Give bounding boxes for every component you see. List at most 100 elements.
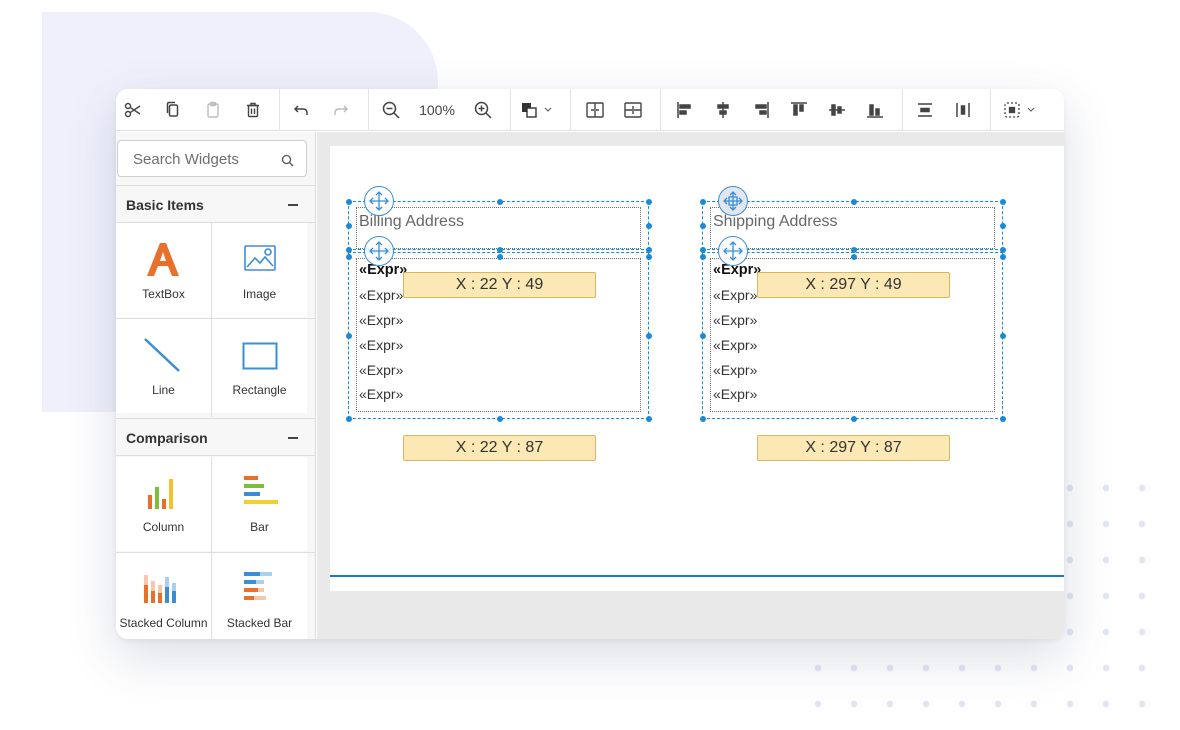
- widget-image[interactable]: Image: [212, 223, 307, 317]
- distribute-vertical-icon[interactable]: [950, 97, 976, 123]
- divider: [211, 223, 212, 417]
- widget-label: Stacked Column: [119, 616, 208, 630]
- align-middle-icon[interactable]: [824, 97, 850, 123]
- ungroup-icon[interactable]: [620, 97, 646, 123]
- align-bottom-icon[interactable]: [862, 97, 888, 123]
- resize-handle[interactable]: [497, 416, 503, 422]
- shipping-field: «Expr»: [713, 362, 758, 378]
- widget-rectangle[interactable]: Rectangle: [212, 319, 307, 413]
- move-icon[interactable]: [718, 236, 748, 266]
- search-widgets-input[interactable]: Search Widgets: [117, 140, 307, 177]
- resize-handle[interactable]: [646, 333, 652, 339]
- resize-handle[interactable]: [1000, 333, 1006, 339]
- resize-handle[interactable]: [700, 416, 706, 422]
- design-canvas[interactable]: Billing Address «Expr» «Expr» «Expr» «Ex…: [317, 132, 1064, 639]
- report-designer-window: 100% Search Widgets Basic Items TextBox …: [116, 89, 1064, 639]
- resize-handle[interactable]: [497, 199, 503, 205]
- cut-icon[interactable]: [120, 97, 146, 123]
- move-icon-active[interactable]: [718, 186, 748, 216]
- align-left-icon[interactable]: [672, 97, 698, 123]
- zoom-level[interactable]: 100%: [414, 97, 460, 123]
- line-icon: [144, 338, 180, 372]
- textbox-icon: [147, 243, 179, 276]
- widget-label: TextBox: [142, 287, 185, 301]
- stacked-column-icon: [144, 575, 176, 603]
- resize-handle[interactable]: [1000, 223, 1006, 229]
- align-center-icon[interactable]: [710, 97, 736, 123]
- section-basic-items[interactable]: Basic Items: [116, 185, 315, 223]
- size-icon[interactable]: [1000, 97, 1044, 123]
- resize-handle[interactable]: [346, 333, 352, 339]
- resize-handle[interactable]: [700, 199, 706, 205]
- position-tooltip: X : 22 Y : 49: [403, 272, 596, 298]
- order-icon[interactable]: [518, 97, 560, 123]
- resize-handle[interactable]: [851, 199, 857, 205]
- undo-icon[interactable]: [288, 97, 314, 123]
- shipping-field: «Expr»: [713, 287, 758, 303]
- resize-handle[interactable]: [646, 247, 652, 253]
- resize-handle[interactable]: [700, 254, 706, 260]
- widget-label: Rectangle: [232, 383, 287, 397]
- distribute-horizontal-icon[interactable]: [912, 97, 938, 123]
- delete-icon[interactable]: [240, 97, 266, 123]
- image-icon: [244, 245, 276, 271]
- billing-field: «Expr»: [359, 337, 404, 353]
- rectangle-icon: [242, 342, 278, 370]
- toolbar: 100%: [116, 89, 1064, 131]
- resize-handle[interactable]: [646, 223, 652, 229]
- widget-label: Bar: [250, 520, 269, 534]
- resize-handle[interactable]: [851, 254, 857, 260]
- collapse-icon[interactable]: [288, 204, 298, 206]
- resize-handle[interactable]: [1000, 416, 1006, 422]
- column-chart-icon: [148, 479, 173, 509]
- zoom-label: 100%: [419, 102, 455, 118]
- resize-handle[interactable]: [646, 416, 652, 422]
- billing-field: «Expr»: [359, 312, 404, 328]
- shipping-field: «Expr»: [713, 312, 758, 328]
- resize-handle[interactable]: [646, 199, 652, 205]
- resize-handle[interactable]: [346, 223, 352, 229]
- resize-handle[interactable]: [646, 254, 652, 260]
- section-title: Basic Items: [126, 197, 204, 213]
- widget-bar[interactable]: Bar: [212, 457, 307, 551]
- resize-handle[interactable]: [346, 254, 352, 260]
- widget-column[interactable]: Column: [116, 457, 211, 551]
- resize-handle[interactable]: [700, 247, 706, 253]
- search-placeholder: Search Widgets: [133, 151, 239, 168]
- resize-handle[interactable]: [700, 223, 706, 229]
- redo-icon[interactable]: [328, 97, 354, 123]
- zoom-out-icon[interactable]: [378, 97, 404, 123]
- resize-handle[interactable]: [346, 416, 352, 422]
- section-comparison[interactable]: Comparison: [116, 418, 315, 456]
- resize-handle[interactable]: [700, 333, 706, 339]
- align-top-icon[interactable]: [786, 97, 812, 123]
- group-icon[interactable]: [582, 97, 608, 123]
- resize-handle[interactable]: [1000, 247, 1006, 253]
- resize-handle[interactable]: [851, 247, 857, 253]
- zoom-in-icon[interactable]: [470, 97, 496, 123]
- resize-handle[interactable]: [1000, 199, 1006, 205]
- move-icon[interactable]: [364, 186, 394, 216]
- resize-handle[interactable]: [497, 254, 503, 260]
- widget-label: Image: [242, 287, 277, 301]
- resize-handle[interactable]: [346, 199, 352, 205]
- widget-stacked-column[interactable]: Stacked Column: [116, 553, 211, 639]
- resize-handle[interactable]: [1000, 254, 1006, 260]
- stacked-bar-icon: [244, 572, 272, 600]
- divider: [116, 318, 315, 319]
- widget-stacked-bar[interactable]: Stacked Bar: [212, 553, 307, 639]
- position-tooltip: X : 297 Y : 49: [757, 272, 950, 298]
- bar-chart-icon: [244, 476, 278, 504]
- shipping-field: «Expr»: [713, 337, 758, 353]
- resize-handle[interactable]: [497, 247, 503, 253]
- paste-icon[interactable]: [200, 97, 226, 123]
- widget-line[interactable]: Line: [116, 319, 211, 413]
- copy-icon[interactable]: [160, 97, 186, 123]
- resize-handle[interactable]: [851, 416, 857, 422]
- collapse-icon[interactable]: [288, 437, 298, 439]
- align-right-icon[interactable]: [748, 97, 774, 123]
- page-boundary: [330, 575, 1064, 577]
- move-icon[interactable]: [364, 236, 394, 266]
- widget-textbox[interactable]: TextBox: [116, 223, 211, 317]
- resize-handle[interactable]: [346, 247, 352, 253]
